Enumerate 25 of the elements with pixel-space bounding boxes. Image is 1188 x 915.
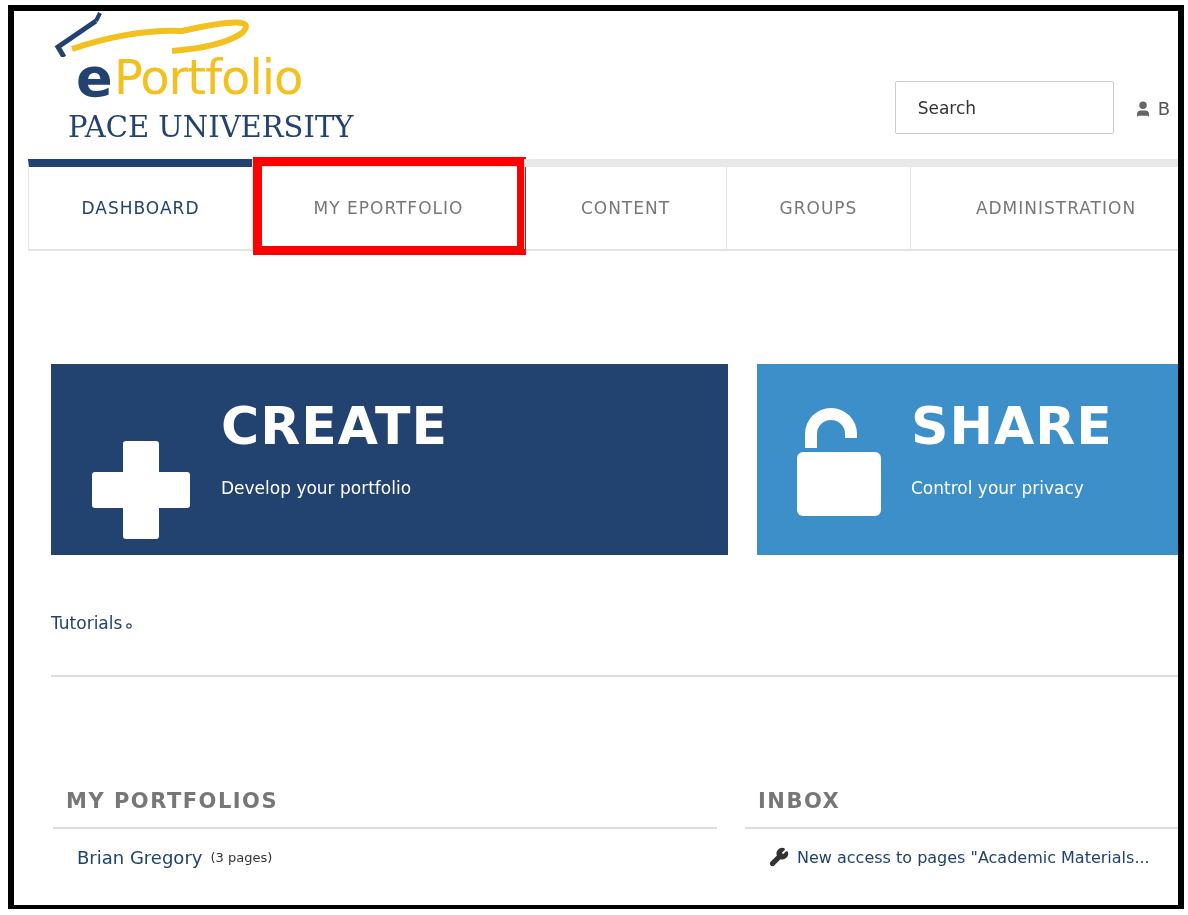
portfolio-link[interactable]: Brian Gregory	[77, 847, 203, 868]
nav-tab[interactable]: CONTENT	[524, 159, 726, 249]
wrench-icon	[769, 847, 789, 867]
nav-tab[interactable]: MY EPORTFOLIO	[252, 159, 524, 249]
circle-icon	[126, 623, 133, 629]
page-count: (3 pages)	[210, 850, 273, 865]
card-title: CREATE	[221, 400, 448, 452]
nav-tab[interactable]: DASHBOARD	[28, 159, 252, 249]
section-heading: MY PORTFOLIOS	[53, 789, 717, 829]
nav-tab[interactable]: GROUPS	[726, 159, 910, 249]
search-field[interactable]: Search	[894, 81, 1114, 134]
message-link[interactable]: New access to pages "Academic Materials...	[797, 847, 1150, 867]
logo-letter: e	[76, 51, 113, 105]
card-title: SHARE	[911, 400, 1113, 452]
tutorials-link[interactable]: Tutorials	[51, 613, 123, 633]
action-card[interactable]: CREATE Develop your portfolio	[51, 364, 728, 555]
nav-tab[interactable]: ADMINISTRATION	[910, 159, 1178, 249]
card-subtitle: Develop your portfolio	[221, 478, 412, 498]
user-name[interactable]: B	[1157, 98, 1170, 119]
action-card[interactable]: SHARE Control your privacy	[757, 364, 1178, 555]
logo-wordmark: Portfolio	[114, 53, 303, 101]
card-subtitle: Control your privacy	[911, 478, 1084, 498]
logo-institution: PACE UNIVERSITY	[68, 113, 354, 142]
section-heading: INBOX	[745, 789, 1178, 829]
plus-icon	[91, 440, 191, 540]
